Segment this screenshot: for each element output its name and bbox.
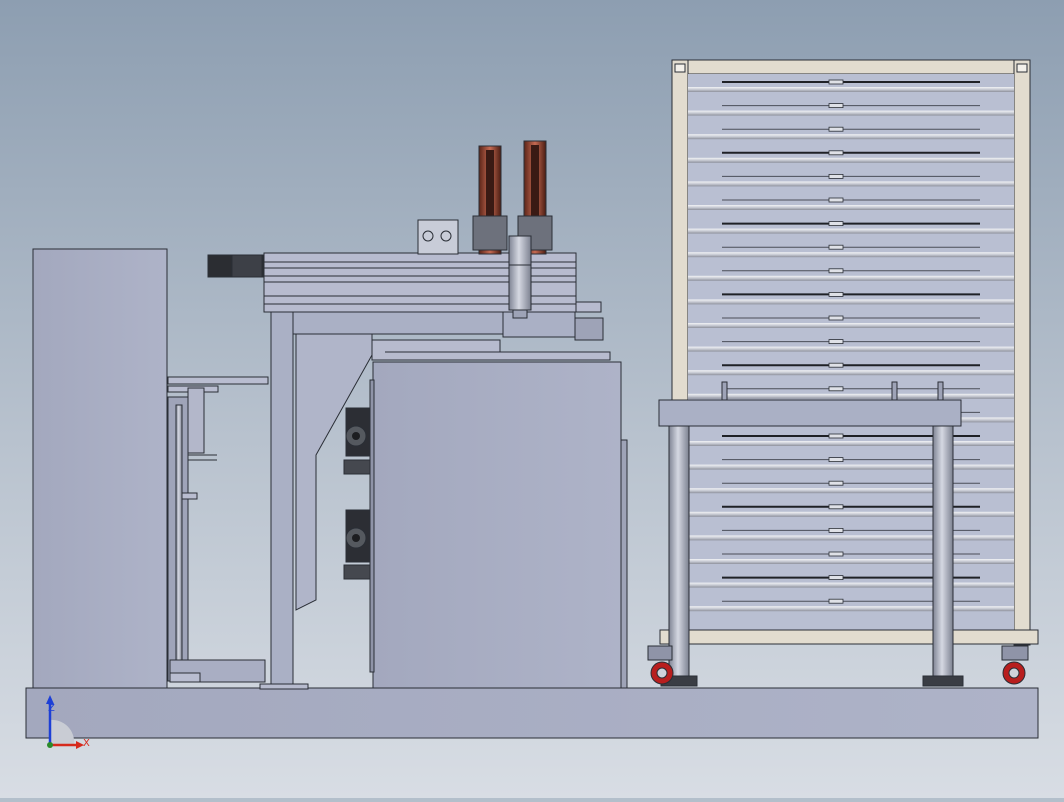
tray-clip bbox=[828, 221, 844, 227]
rack-rod bbox=[688, 393, 1014, 399]
rack-rod bbox=[688, 87, 1014, 92]
tray-clip bbox=[828, 457, 844, 463]
machine-drawing: Z X bbox=[25, 59, 1039, 749]
tray-clip bbox=[828, 150, 844, 156]
rack-rod bbox=[688, 535, 1014, 541]
rack-rod bbox=[688, 275, 1014, 281]
tray-clip bbox=[828, 126, 844, 132]
roller-lower bbox=[343, 509, 373, 580]
rack-rod bbox=[688, 134, 1014, 140]
rack-rod bbox=[688, 582, 1014, 588]
tray-clip bbox=[828, 315, 844, 321]
base-plate bbox=[25, 687, 1039, 739]
vertical-gripper bbox=[508, 235, 532, 319]
caster-right bbox=[1001, 645, 1029, 685]
rack-rod bbox=[688, 299, 1014, 305]
tray-clip bbox=[828, 103, 844, 108]
left-lift-mechanism bbox=[167, 376, 269, 683]
center-enclosure bbox=[369, 361, 628, 689]
rack-rod bbox=[688, 228, 1014, 234]
left-cabinet bbox=[32, 248, 168, 689]
rack-rod bbox=[688, 370, 1014, 376]
roller-upper bbox=[343, 407, 373, 475]
rack-rod bbox=[688, 323, 1014, 328]
cylinder-left bbox=[472, 145, 508, 255]
rack-rod bbox=[688, 606, 1014, 612]
rack-rod bbox=[688, 464, 1014, 470]
tray-clip bbox=[828, 528, 844, 533]
tray-clip bbox=[828, 386, 844, 392]
tray-clip bbox=[828, 268, 844, 274]
tray-clip bbox=[828, 575, 844, 580]
tray-clip bbox=[828, 362, 844, 368]
rack-rod bbox=[688, 346, 1014, 352]
caster-left bbox=[647, 645, 674, 685]
rack-rod bbox=[688, 559, 1014, 564]
tray-clip bbox=[828, 197, 844, 203]
tray-clip bbox=[828, 433, 844, 439]
x-axis-label: X bbox=[83, 738, 90, 749]
rack-rod bbox=[688, 252, 1014, 258]
rack-rod bbox=[688, 488, 1014, 494]
rack-rod bbox=[688, 441, 1014, 446]
tray-clip bbox=[828, 551, 844, 557]
tray-clip bbox=[828, 173, 844, 179]
rack-rod bbox=[688, 110, 1014, 116]
tray-clip bbox=[828, 291, 844, 297]
tray-clip bbox=[828, 339, 844, 345]
tray-clip bbox=[828, 598, 844, 604]
tray-clip bbox=[828, 480, 844, 486]
tray-clip bbox=[828, 244, 844, 250]
cad-viewport[interactable]: Z X bbox=[0, 0, 1064, 798]
rack-rod bbox=[688, 157, 1014, 163]
z-axis-label: Z bbox=[48, 703, 55, 714]
tray-clip bbox=[828, 79, 844, 85]
tray-clip bbox=[828, 504, 844, 510]
rack-rod bbox=[688, 205, 1014, 210]
tray-rack bbox=[659, 59, 1039, 646]
rack-rod bbox=[688, 511, 1014, 517]
rack-rod bbox=[688, 181, 1014, 187]
